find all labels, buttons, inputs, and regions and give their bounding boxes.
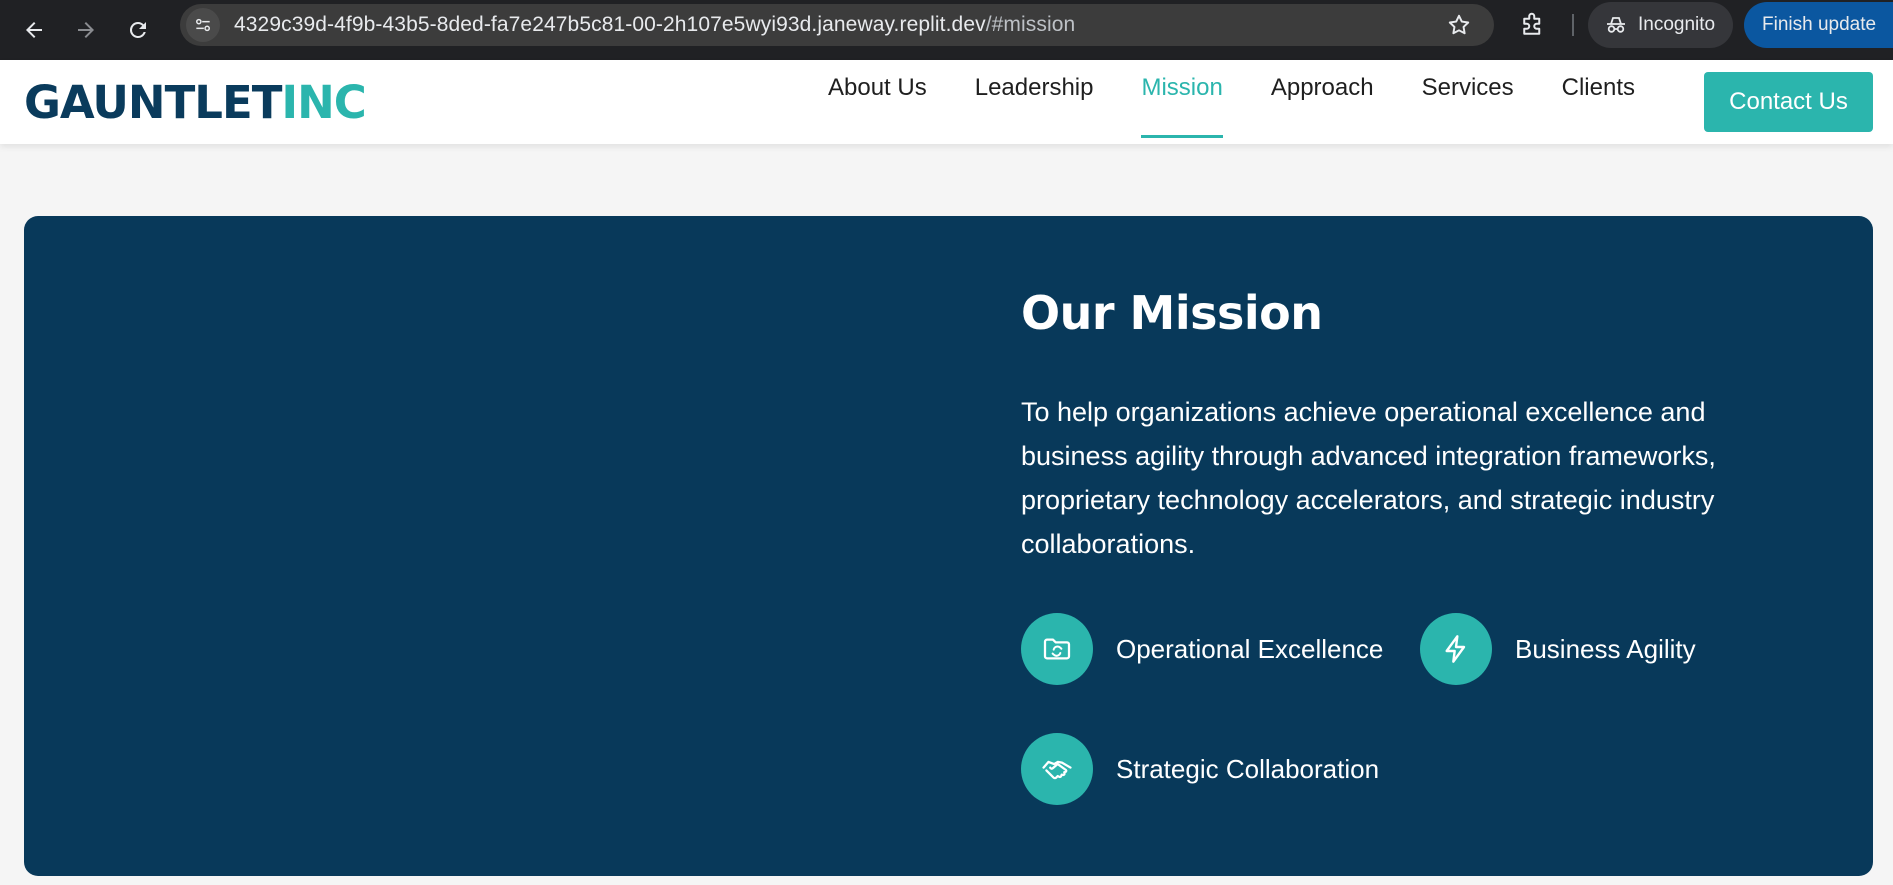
nav-mission[interactable]: Mission [1141, 74, 1224, 138]
folder-sync-icon [1021, 613, 1093, 685]
address-bar[interactable]: 4329c39d-4f9b-43b5-8ded-fa7e247b5c81-00-… [180, 4, 1494, 46]
main-nav: About Us Leadership Mission Approach Ser… [828, 74, 1683, 138]
finish-update-button[interactable]: Finish update ⋮ [1744, 2, 1893, 48]
url-fragment: /#mission [985, 13, 1076, 36]
reload-button[interactable] [120, 12, 156, 48]
logo-text-primary: GAUNTLET [24, 76, 282, 129]
extensions-button[interactable] [1518, 10, 1548, 45]
site-header: GAUNTLETINC About Us Leadership Mission … [0, 60, 1893, 144]
feature-operational-excellence: Operational Excellence [1021, 613, 1383, 685]
feature-strategic-collaboration: Strategic Collaboration [1021, 733, 1379, 805]
nav-about-us[interactable]: About Us [828, 74, 927, 136]
mission-statement: To help organizations achieve operationa… [1021, 397, 1716, 559]
forward-button[interactable] [68, 12, 104, 48]
reload-icon [129, 21, 146, 38]
incognito-icon [1607, 17, 1625, 33]
nav-services[interactable]: Services [1422, 74, 1514, 136]
toolbar-divider [1572, 14, 1574, 36]
site-info-icon [196, 18, 210, 32]
nav-clients[interactable]: Clients [1562, 74, 1635, 136]
feature-label: Business Agility [1515, 633, 1696, 664]
nav-leadership[interactable]: Leadership [975, 74, 1094, 136]
site-info-button[interactable] [186, 8, 220, 42]
url-text: 4329c39d-4f9b-43b5-8ded-fa7e247b5c81-00-… [234, 13, 1075, 37]
bookmark-button[interactable] [1446, 12, 1472, 43]
incognito-badge[interactable]: Incognito [1588, 2, 1734, 48]
bookmark-star-icon [1448, 14, 1470, 35]
browser-toolbar: 4329c39d-4f9b-43b5-8ded-fa7e247b5c81-00-… [0, 0, 1893, 60]
extensions-icon [1523, 12, 1541, 35]
mission-title: Our Mission [1021, 286, 1323, 340]
finish-update-label: Finish update [1762, 14, 1877, 35]
lightning-icon [1420, 613, 1492, 685]
logo-text-accent: INC [281, 76, 366, 129]
nav-approach[interactable]: Approach [1271, 74, 1374, 136]
mission-section: Our Mission To help organizations achiev… [24, 216, 1873, 876]
forward-icon [78, 22, 94, 38]
site-logo[interactable]: GAUNTLETINC [24, 76, 367, 129]
more-icon: ⋮ [1888, 14, 1893, 37]
incognito-label: Incognito [1638, 14, 1716, 35]
feature-label: Strategic Collaboration [1116, 753, 1380, 784]
feature-business-agility: Business Agility [1420, 613, 1696, 685]
feature-label: Operational Excellence [1116, 633, 1384, 664]
url-main: 4329c39d-4f9b-43b5-8ded-fa7e247b5c81-00-… [234, 13, 986, 36]
back-icon [26, 22, 42, 38]
back-button[interactable] [16, 12, 52, 48]
handshake-icon [1021, 733, 1093, 805]
contact-us-button[interactable]: Contact Us [1704, 72, 1873, 132]
